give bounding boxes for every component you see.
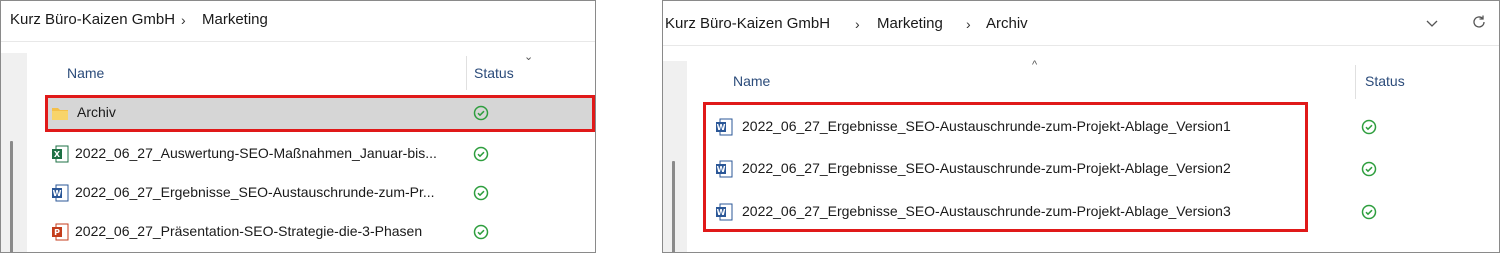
file-row[interactable]: W 2022_06_27_Ergebnisse_SEO-Austauschrun… — [709, 195, 1377, 229]
powerpoint-file-icon: P — [52, 223, 69, 241]
breadcrumb-item-company[interactable]: Kurz Büro-Kaizen GmbH — [665, 15, 830, 32]
file-name: 2022_06_27_Ergebnisse_SEO-Austauschrunde… — [75, 184, 435, 200]
file-row[interactable]: P 2022_06_27_Präsentation-SEO-Strategie-… — [45, 215, 595, 249]
file-row[interactable]: W 2022_06_27_Ergebnisse_SEO-Austauschrun… — [709, 152, 1377, 186]
navigation-pane-gutter — [663, 61, 687, 252]
file-name: 2022_06_27_Ergebnisse_SEO-Austauschrunde… — [742, 160, 1231, 176]
header-divider — [1, 41, 595, 42]
chevron-right-icon: › — [855, 16, 860, 32]
file-row[interactable]: W 2022_06_27_Ergebnisse_SEO-Austauschrun… — [709, 110, 1377, 144]
word-file-icon: W — [716, 160, 733, 178]
file-name: Archiv — [77, 104, 116, 120]
column-header-name[interactable]: Name — [733, 73, 770, 89]
column-header-status[interactable]: Status — [1365, 73, 1405, 89]
svg-text:W: W — [717, 123, 726, 132]
folder-icon — [52, 108, 68, 120]
chevron-down-icon[interactable] — [1423, 14, 1441, 32]
file-name: 2022_06_27_Präsentation-SEO-Strategie-di… — [75, 223, 423, 239]
svg-text:P: P — [54, 228, 60, 237]
file-explorer-panel-right: Kurz Büro-Kaizen GmbH › Marketing › Arch… — [662, 0, 1500, 253]
file-explorer-panel-left: Kurz Büro-Kaizen GmbH › Marketing Name S… — [0, 0, 596, 253]
word-file-icon: W — [716, 203, 733, 221]
word-file-icon: W — [52, 184, 69, 202]
chevron-down-icon[interactable]: ⌄ — [524, 50, 533, 63]
column-header-status[interactable]: Status — [474, 65, 514, 81]
sync-ok-icon — [1361, 161, 1377, 177]
column-divider[interactable] — [1355, 65, 1356, 99]
file-name: 2022_06_27_Ergebnisse_SEO-Austauschrunde… — [742, 118, 1231, 134]
file-name: 2022_06_27_Auswertung-SEO-Maßnahmen_Janu… — [75, 145, 437, 161]
sync-ok-icon — [473, 146, 489, 162]
header-divider — [663, 45, 1499, 46]
file-row[interactable]: W 2022_06_27_Ergebnisse_SEO-Austauschrun… — [45, 176, 595, 210]
chevron-right-icon: › — [181, 12, 186, 28]
navigation-pane-gutter — [1, 53, 27, 252]
svg-text:W: W — [717, 208, 726, 217]
svg-text:W: W — [717, 165, 726, 174]
word-file-icon: W — [716, 118, 733, 136]
file-row[interactable]: X 2022_06_27_Auswertung-SEO-Maßnahmen_Ja… — [45, 137, 595, 171]
sync-ok-icon — [473, 185, 489, 201]
column-divider[interactable] — [466, 56, 467, 90]
sync-ok-icon — [473, 224, 489, 240]
column-header-name[interactable]: Name — [67, 65, 104, 81]
scrollbar-thumb[interactable] — [672, 161, 675, 252]
refresh-icon[interactable] — [1470, 13, 1488, 31]
breadcrumb-item-archiv[interactable]: Archiv — [986, 15, 1028, 32]
file-row-archiv[interactable]: Archiv — [45, 96, 595, 130]
breadcrumb-item-marketing[interactable]: Marketing — [877, 15, 943, 32]
excel-file-icon: X — [52, 145, 69, 163]
svg-text:W: W — [53, 189, 62, 198]
sort-ascending-icon: ^ — [1032, 59, 1038, 71]
sync-ok-icon — [1361, 204, 1377, 220]
chevron-right-icon: › — [966, 16, 971, 32]
sync-ok-icon — [473, 105, 489, 121]
scrollbar-thumb[interactable] — [10, 141, 13, 252]
svg-text:X: X — [54, 150, 61, 159]
sync-ok-icon — [1361, 119, 1377, 135]
breadcrumb-item-marketing[interactable]: Marketing — [202, 11, 268, 28]
file-name: 2022_06_27_Ergebnisse_SEO-Austauschrunde… — [742, 203, 1231, 219]
breadcrumb-item-company[interactable]: Kurz Büro-Kaizen GmbH — [10, 11, 175, 28]
